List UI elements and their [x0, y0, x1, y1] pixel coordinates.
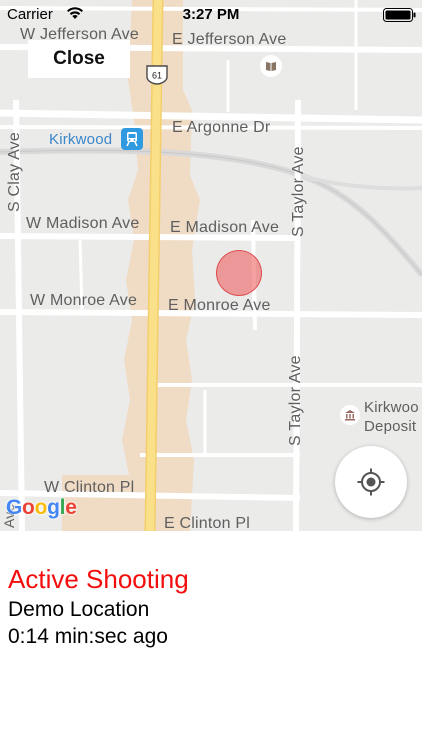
railway-spur	[299, 173, 422, 191]
train-station-icon[interactable]	[121, 128, 143, 150]
google-logo: Google	[6, 496, 77, 520]
status-time: 3:27 PM	[182, 6, 240, 23]
library-icon[interactable]	[260, 55, 282, 77]
street-label-s-taylor-lower: S Taylor Ave	[287, 355, 304, 446]
google-logo-letter: G	[6, 496, 23, 519]
incident-location: Demo Location	[8, 598, 150, 621]
railway	[0, 147, 422, 277]
street-label-s-clay: S Clay Ave	[6, 132, 23, 212]
route-shield-icon: 61	[146, 65, 168, 85]
incident-marker[interactable]	[216, 250, 262, 296]
poi-label-line2: Deposit	[364, 418, 417, 435]
app-screen: W Jefferson Ave E Jefferson Ave E Argonn…	[0, 0, 422, 750]
street-label-w-clinton: W Clinton Pl	[44, 479, 135, 496]
street-label-e-monroe: E Monroe Ave	[168, 297, 271, 314]
street-label-s-taylor-upper: S Taylor Ave	[290, 146, 307, 237]
street-label-e-jefferson: E Jefferson Ave	[172, 31, 287, 48]
close-button[interactable]: Close	[28, 40, 130, 78]
google-logo-letter: o	[22, 496, 35, 519]
google-logo-letter: o	[34, 496, 48, 519]
railway-track	[0, 149, 422, 276]
street-label-w-monroe: W Monroe Ave	[30, 292, 138, 309]
my-location-icon	[357, 468, 385, 496]
battery-full-icon	[383, 8, 416, 22]
my-location-button[interactable]	[335, 446, 407, 518]
google-logo-letter: e	[65, 496, 77, 519]
street-label-e-madison: E Madison Ave	[170, 219, 280, 236]
google-logo-letter: g	[47, 496, 60, 519]
street-label-e-clinton: E Clinton Pl	[164, 515, 250, 531]
street-label-w-madison: W Madison Ave	[26, 215, 140, 232]
transit-station-label: Kirkwood	[49, 131, 113, 148]
poi-label-line1: Kirkwoo	[364, 399, 419, 416]
incident-title: Active Shooting	[8, 564, 189, 594]
status-bar: Carrier 3:27 PM	[0, 0, 422, 30]
street-label-e-argonne: E Argonne Dr	[172, 119, 271, 136]
museum-icon[interactable]	[340, 405, 360, 425]
incident-info-panel: Active Shooting Demo Location 0:14 min:s…	[0, 531, 422, 750]
incident-elapsed-time: 0:14 min:sec ago	[8, 625, 168, 648]
map-view[interactable]: W Jefferson Ave E Jefferson Ave E Argonn…	[0, 0, 422, 531]
route-shield-number: 61	[152, 71, 162, 81]
